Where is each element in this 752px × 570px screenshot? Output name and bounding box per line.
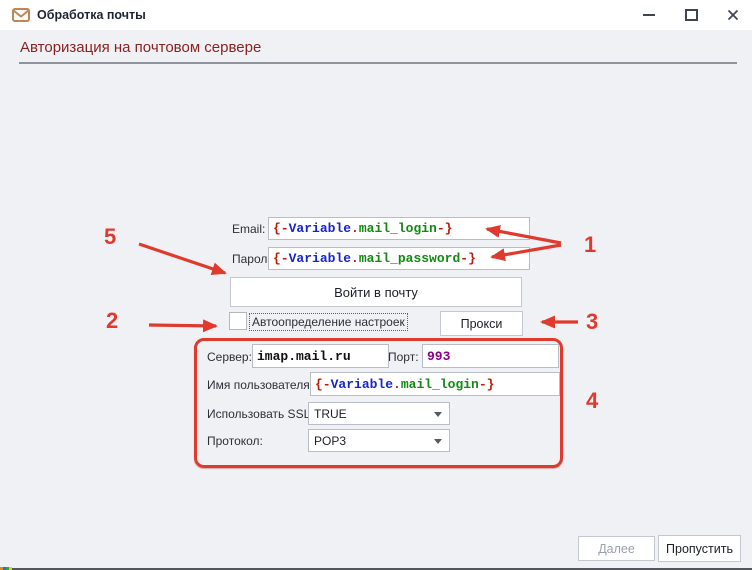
password-input[interactable]: {-Variable.mail_password-} — [268, 247, 530, 270]
arrow-2 — [149, 325, 216, 326]
window-title: Обработка почты — [37, 8, 146, 22]
username-input[interactable]: {-Variable.mail_login-} — [310, 372, 560, 396]
server-input[interactable]: imap.mail.ru — [252, 344, 389, 368]
chevron-down-icon — [434, 412, 442, 417]
protocol-dropdown-value: POP3 — [314, 434, 346, 448]
close-icon — [727, 9, 739, 21]
heading-divider — [19, 62, 737, 64]
autodetect-label[interactable]: Автоопределение настроек — [249, 313, 408, 331]
maximize-icon — [685, 9, 698, 21]
server-label: Сервер: — [207, 350, 252, 364]
autodetect-checkbox[interactable] — [229, 312, 247, 330]
proxy-button[interactable]: Прокси — [440, 311, 523, 336]
arrow-5 — [139, 244, 225, 273]
minimize-button[interactable] — [634, 0, 664, 30]
ssl-dropdown-value: TRUE — [314, 407, 347, 421]
maximize-button[interactable] — [676, 0, 706, 30]
port-input[interactable]: 993 — [422, 344, 559, 368]
login-mail-button[interactable]: Войти в почту — [230, 277, 522, 307]
protocol-dropdown[interactable]: POP3 — [308, 429, 450, 452]
protocol-label: Протокол: — [207, 434, 263, 448]
ssl-label: Использовать SSL: — [207, 407, 314, 421]
chevron-down-icon — [434, 439, 442, 444]
mail-processing-window: Обработка почты Авторизация на почтовом … — [0, 0, 752, 570]
username-label: Имя пользователя: — [207, 378, 313, 392]
annotation-number-1: 1 — [584, 234, 596, 256]
page-title: Авторизация на почтовом сервере — [20, 39, 261, 56]
annotation-number-2: 2 — [106, 310, 118, 332]
close-button[interactable] — [718, 0, 748, 30]
envelope-icon — [12, 8, 30, 22]
port-label: Порт: — [388, 350, 419, 364]
email-input[interactable]: {-Variable.mail_login-} — [268, 217, 530, 240]
title-bar: Обработка почты — [0, 0, 752, 30]
annotation-number-5: 5 — [104, 226, 116, 248]
ssl-dropdown[interactable]: TRUE — [308, 402, 450, 425]
skip-button[interactable]: Пропустить — [658, 535, 741, 562]
minimize-icon — [643, 14, 655, 16]
email-label: Email: — [232, 222, 265, 236]
annotation-number-3: 3 — [586, 311, 598, 333]
annotation-number-4: 4 — [586, 390, 598, 412]
next-button[interactable]: Далее — [578, 536, 655, 561]
